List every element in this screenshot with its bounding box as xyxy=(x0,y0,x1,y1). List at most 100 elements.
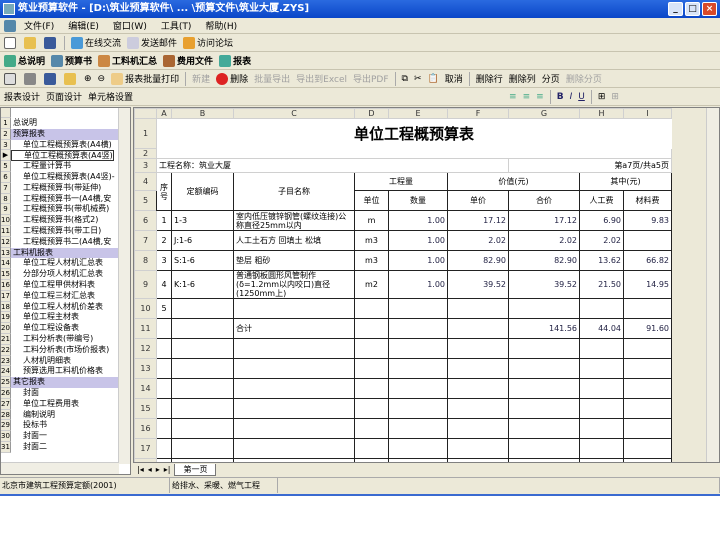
cell[interactable] xyxy=(156,418,172,439)
cell[interactable] xyxy=(508,358,580,379)
cell[interactable]: K:1-6 xyxy=(171,270,234,299)
column-header[interactable]: D xyxy=(354,108,389,119)
cell[interactable]: 3 xyxy=(156,250,172,271)
column-header[interactable]: F xyxy=(447,108,509,119)
column-header[interactable]: H xyxy=(579,108,624,119)
column-header[interactable]: A xyxy=(156,108,172,119)
cell[interactable] xyxy=(508,338,580,359)
cell[interactable] xyxy=(156,318,172,339)
module-button-3[interactable]: 费用文件 xyxy=(163,54,213,68)
cell[interactable]: 82.90 xyxy=(508,250,580,271)
cell[interactable] xyxy=(623,398,672,419)
cell[interactable] xyxy=(508,378,580,399)
cell[interactable] xyxy=(354,438,389,459)
copy-icon[interactable]: ⧉ xyxy=(402,74,408,84)
cell[interactable]: m3 xyxy=(354,230,389,251)
tree-item[interactable]: 9 工程概预算书(带机械费) xyxy=(1,204,119,216)
tree-item[interactable]: 22 工料分析表(市场价报表) xyxy=(1,344,119,356)
new-button[interactable]: 新建 xyxy=(192,72,210,85)
cell[interactable] xyxy=(388,378,448,399)
zoom-in-icon[interactable]: ⊕ xyxy=(84,74,92,84)
cell[interactable] xyxy=(388,298,448,319)
print-icon[interactable] xyxy=(24,72,36,85)
cell[interactable] xyxy=(354,298,389,319)
cell[interactable] xyxy=(579,418,624,439)
cut-icon[interactable]: ✂ xyxy=(414,74,422,84)
forum-button[interactable]: 访问论坛 xyxy=(183,36,233,50)
cell[interactable] xyxy=(171,418,234,439)
cell[interactable]: 2.02 xyxy=(447,230,509,251)
prev-sheet-icon[interactable]: ◂ xyxy=(148,465,152,474)
tree-horizontal-scrollbar[interactable] xyxy=(1,462,119,474)
cell[interactable]: 17.12 xyxy=(508,210,580,231)
row-header[interactable]: 6 xyxy=(134,210,157,231)
open-folder-icon[interactable] xyxy=(24,36,36,49)
cell[interactable] xyxy=(388,438,448,459)
delete-page-break-button[interactable]: 删除分页 xyxy=(566,72,602,85)
cell[interactable] xyxy=(354,318,389,339)
row-header[interactable]: 14 xyxy=(134,378,157,399)
cell[interactable]: 普通钢板圆形风管制作(δ=1.2mm以内咬口)直径(1250mm上) xyxy=(233,270,355,299)
row-header[interactable]: 5 xyxy=(134,190,157,211)
module-button-4[interactable]: 报表 xyxy=(219,54,251,68)
tree-item[interactable]: 16 单位工程甲供材料表 xyxy=(1,279,119,291)
send-mail-button[interactable]: 发送邮件 xyxy=(127,36,177,50)
cell[interactable]: 材料费 xyxy=(623,190,672,211)
page-break-button[interactable]: 分页 xyxy=(542,72,560,85)
menu-item-2[interactable]: 窗口(W) xyxy=(113,19,147,32)
cell[interactable] xyxy=(233,298,355,319)
cell[interactable]: 合计 xyxy=(233,318,355,339)
cell[interactable]: 9.83 xyxy=(623,210,672,231)
tree-item[interactable]: 28 编制说明 xyxy=(1,409,119,421)
save-icon[interactable] xyxy=(44,72,56,85)
column-header[interactable]: E xyxy=(388,108,448,119)
underline-button[interactable]: U xyxy=(578,92,585,102)
menu-item-4[interactable]: 帮助(H) xyxy=(205,19,237,32)
cell[interactable] xyxy=(388,398,448,419)
row-header[interactable]: 7 xyxy=(134,230,157,251)
cell[interactable]: S:1-6 xyxy=(171,250,234,271)
row-header[interactable]: 1 xyxy=(134,118,157,149)
align-center-icon[interactable]: ≡ xyxy=(523,92,531,102)
cell[interactable]: 1-3 xyxy=(171,210,234,231)
cell[interactable] xyxy=(623,358,672,379)
cell[interactable] xyxy=(623,418,672,439)
cell[interactable] xyxy=(354,378,389,399)
cell[interactable]: 人工费 xyxy=(579,190,624,211)
row-header[interactable]: 15 xyxy=(134,398,157,419)
split-cells-icon[interactable]: ⊞ xyxy=(611,92,619,102)
cell[interactable]: m3 xyxy=(354,250,389,271)
cell[interactable] xyxy=(233,358,355,379)
tree-item[interactable]: 3 单位工程概预算表(A4横) xyxy=(1,139,119,151)
cell[interactable] xyxy=(447,378,509,399)
tree-item[interactable]: 30 封面一 xyxy=(1,431,119,442)
next-sheet-icon[interactable]: ▸ xyxy=(156,465,160,474)
cell[interactable] xyxy=(508,418,580,439)
cell[interactable] xyxy=(579,298,624,319)
column-header[interactable]: C xyxy=(233,108,355,119)
cell[interactable] xyxy=(233,398,355,419)
delete-button[interactable]: 删除 xyxy=(216,72,248,86)
delete-column-button[interactable]: 删除列 xyxy=(509,72,536,85)
tree-item[interactable]: 12 工程概预算书二(A4横,安 xyxy=(1,236,119,248)
cancel-button[interactable]: 取消 xyxy=(445,72,463,85)
tree-item[interactable]: 1 总说明 xyxy=(1,118,119,129)
cell[interactable]: 17.12 xyxy=(447,210,509,231)
row-header[interactable]: 2 xyxy=(134,148,157,159)
cell[interactable]: 5 xyxy=(156,298,172,319)
cell[interactable]: 66.82 xyxy=(623,250,672,271)
close-button[interactable]: × xyxy=(702,2,717,16)
cell[interactable]: 1.00 xyxy=(388,270,448,299)
tree-item[interactable]: 17 单位工程三材汇总表 xyxy=(1,290,119,302)
tree-item[interactable]: 20 单位工程设备表 xyxy=(1,323,119,334)
cell[interactable] xyxy=(354,418,389,439)
cell[interactable] xyxy=(233,378,355,399)
tree-item[interactable]: 6 单位工程概预算表(A4竖)- xyxy=(1,171,119,183)
module-button-0[interactable]: 总说明 xyxy=(4,54,45,68)
cell[interactable]: 单位 xyxy=(354,190,389,211)
zoom-out-icon[interactable]: ⊖ xyxy=(98,74,106,84)
save-icon[interactable] xyxy=(44,36,56,49)
cell[interactable] xyxy=(508,398,580,419)
cell[interactable]: 价值(元) xyxy=(447,172,580,191)
export-excel-button[interactable]: 导出到Excel xyxy=(296,72,347,85)
